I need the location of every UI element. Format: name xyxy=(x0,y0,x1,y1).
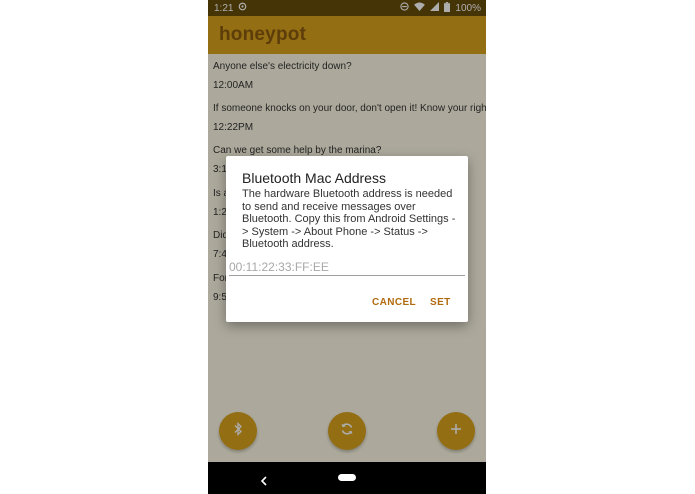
home-pill-icon[interactable] xyxy=(338,474,356,481)
back-icon[interactable] xyxy=(260,473,268,491)
phone-screen: 1:21 100% honeypot Anyone else's electri… xyxy=(208,0,486,494)
navigation-bar xyxy=(208,462,486,494)
bluetooth-address-dialog: Bluetooth Mac Address The hardware Bluet… xyxy=(226,156,468,322)
dialog-message: The hardware Bluetooth address is needed… xyxy=(242,188,456,251)
dialog-title: Bluetooth Mac Address xyxy=(242,170,386,186)
cancel-button[interactable]: CANCEL xyxy=(372,297,416,308)
set-button[interactable]: SET xyxy=(430,297,451,308)
mac-address-input[interactable] xyxy=(229,259,465,276)
